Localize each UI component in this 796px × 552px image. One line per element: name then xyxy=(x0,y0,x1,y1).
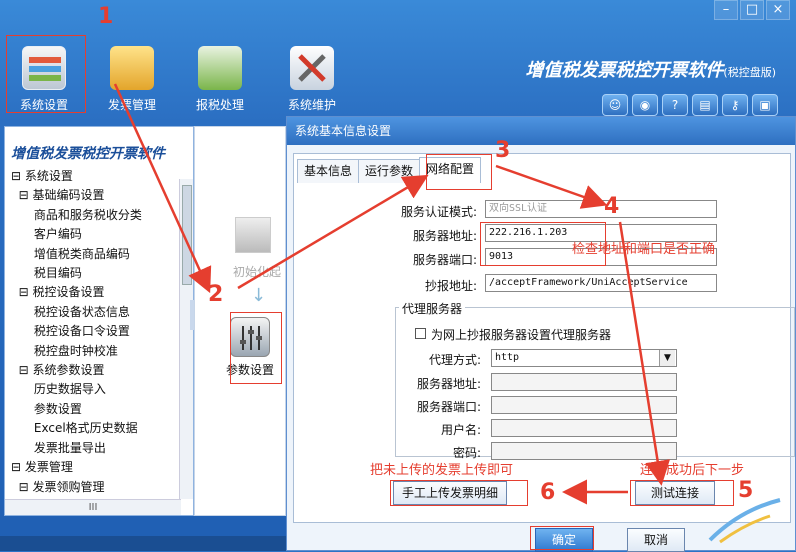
check-address-note: 检查地址和端口是否正确 xyxy=(572,242,716,257)
report-address-label: 抄报地址: xyxy=(424,279,477,293)
tree-item[interactable]: ⊟ 发票管理 xyxy=(5,458,193,477)
toolbar-label: 报税处理 xyxy=(195,98,244,112)
tree-item[interactable]: 税控设备口令设置 xyxy=(5,322,193,341)
toolbar-invoice-management[interactable]: 发票管理 xyxy=(92,36,172,116)
maximize-button[interactable]: □ xyxy=(740,0,764,20)
proxy-username-label: 用户名: xyxy=(440,423,481,437)
proxy-password-field[interactable] xyxy=(491,442,677,460)
tab-run-params[interactable]: 运行参数 xyxy=(358,159,421,183)
tree-item[interactable]: 增值税类商品编码 xyxy=(5,245,193,264)
tree-item[interactable]: 税目编码 xyxy=(5,264,193,283)
report-address-field[interactable]: /acceptFramework/UniAcceptService xyxy=(485,274,717,292)
success-note: 连接成功后下一步 xyxy=(640,463,745,478)
tree-horizontal-scrollbar[interactable]: III xyxy=(5,499,181,515)
proxy-group-title: 代理服务器 xyxy=(399,300,466,317)
init-label: 初始化起 xyxy=(233,265,282,279)
swoosh-logo xyxy=(708,498,781,544)
tree-vertical-scrollbar[interactable] xyxy=(179,179,193,499)
tree-item[interactable]: ⊟ 系统设置 xyxy=(5,167,193,186)
app-window: – □ × 系统设置 发票管理 报税处理 系统维护 增值税发票税控开票软件(税控… xyxy=(0,0,796,552)
folder-icon xyxy=(110,46,154,90)
init-icon[interactable] xyxy=(235,217,271,253)
tree-item[interactable]: ⊟ 税控设备设置 xyxy=(5,283,193,302)
tree-item[interactable]: ⊟ 基础编码设置 xyxy=(5,186,193,205)
brand-suffix: (税控盘版) xyxy=(723,66,776,79)
highlight-ok xyxy=(530,526,594,550)
window-icon[interactable]: ▤ xyxy=(692,94,718,116)
globe-icon[interactable]: ◉ xyxy=(632,94,658,116)
scroll-thumb[interactable] xyxy=(182,185,192,285)
proxy-server-port-label: 服务器端口: xyxy=(416,400,481,414)
highlight-manual-upload xyxy=(390,480,528,506)
navigation-tree: ⊟ 系统设置 ⊟ 基础编码设置 商品和服务税收分类 客户编码 增值税类商品编码 … xyxy=(5,167,193,497)
toolbar-system-maintenance[interactable]: 系统维护 xyxy=(272,36,352,116)
proxy-mode-label: 代理方式: xyxy=(428,353,481,367)
dialog-title: 系统基本信息设置 xyxy=(287,117,795,145)
highlight-network-tab xyxy=(426,154,492,190)
highlight-system-settings xyxy=(6,35,86,113)
proxy-mode-select[interactable]: http xyxy=(491,349,677,367)
step-4-number: 4 xyxy=(604,194,620,219)
close-button[interactable]: × xyxy=(766,0,790,20)
server-port-label: 服务器端口: xyxy=(412,253,477,267)
tree-item[interactable]: 税控盘时钟校准 xyxy=(5,342,193,361)
toolbar-label: 发票管理 xyxy=(107,98,156,112)
tools-icon xyxy=(290,46,334,90)
tree-item[interactable]: 商品和服务税收分类 xyxy=(5,206,193,225)
upload-note: 把未上传的发票上传即可 xyxy=(370,463,514,478)
toolbar-tax-filing[interactable]: 报税处理 xyxy=(180,36,260,116)
step-3-number: 3 xyxy=(495,138,511,163)
server-address-label: 服务器地址: xyxy=(412,229,477,243)
tree-item[interactable]: ⊟ 发票领购管理 xyxy=(5,478,193,497)
tree-item[interactable]: 历史数据导入 xyxy=(5,380,193,399)
proxy-server-address-label: 服务器地址: xyxy=(416,377,481,391)
key-icon[interactable]: ⚷ xyxy=(722,94,748,116)
highlight-param-settings xyxy=(230,312,282,384)
navigation-tree-panel: 增值税发票税控开票软件 ⊟ 系统设置 ⊟ 基础编码设置 商品和服务税收分类 客户… xyxy=(4,126,194,516)
tree-item[interactable]: Excel格式历史数据 xyxy=(5,419,193,438)
tree-item[interactable]: 客户编码 xyxy=(5,225,193,244)
brand-title: 增值税发票税控开票软件 xyxy=(525,60,724,81)
chevron-down-icon[interactable]: ▼ xyxy=(659,350,675,366)
tree-title: 增值税发票税控开票软件 xyxy=(11,146,165,162)
tab-basic-info[interactable]: 基本信息 xyxy=(297,159,360,183)
tax-filing-icon xyxy=(198,46,242,90)
app-brand: 增值税发票税控开票软件(税控盘版) xyxy=(525,56,776,82)
help-icon[interactable]: ? xyxy=(662,94,688,116)
proxy-server-address-field[interactable] xyxy=(491,373,677,391)
proxy-username-field[interactable] xyxy=(491,419,677,437)
proxy-checkbox-label: 为网上抄报服务器设置代理服务器 xyxy=(431,328,612,342)
step-6-number: 6 xyxy=(540,480,556,505)
tree-item[interactable]: 参数设置 xyxy=(5,400,193,419)
auth-mode-field[interactable]: 双向SSL认证 xyxy=(485,200,717,218)
arrow-down-icon: ↓ xyxy=(251,285,267,306)
step-2-number: 2 xyxy=(208,282,224,307)
quick-icon-strip: ☺ ◉ ? ▤ ⚷ ▣ xyxy=(602,94,778,116)
step-1-number: 1 xyxy=(98,4,114,29)
user-icon[interactable]: ☺ xyxy=(602,94,628,116)
minimize-button[interactable]: – xyxy=(714,0,738,20)
cancel-button[interactable]: 取消 xyxy=(627,528,685,552)
lock-icon[interactable]: ▣ xyxy=(752,94,778,116)
proxy-checkbox[interactable] xyxy=(415,328,426,339)
tree-item[interactable]: ⊟ 系统参数设置 xyxy=(5,361,193,380)
toolbar-label: 系统维护 xyxy=(287,98,336,112)
tree-item[interactable]: 税控设备状态信息 xyxy=(5,303,193,322)
auth-mode-label: 服务认证模式: xyxy=(400,205,477,219)
tree-item[interactable]: 发票批量导出 xyxy=(5,439,193,458)
proxy-server-port-field[interactable] xyxy=(491,396,677,414)
window-controls: – □ × xyxy=(714,0,790,20)
